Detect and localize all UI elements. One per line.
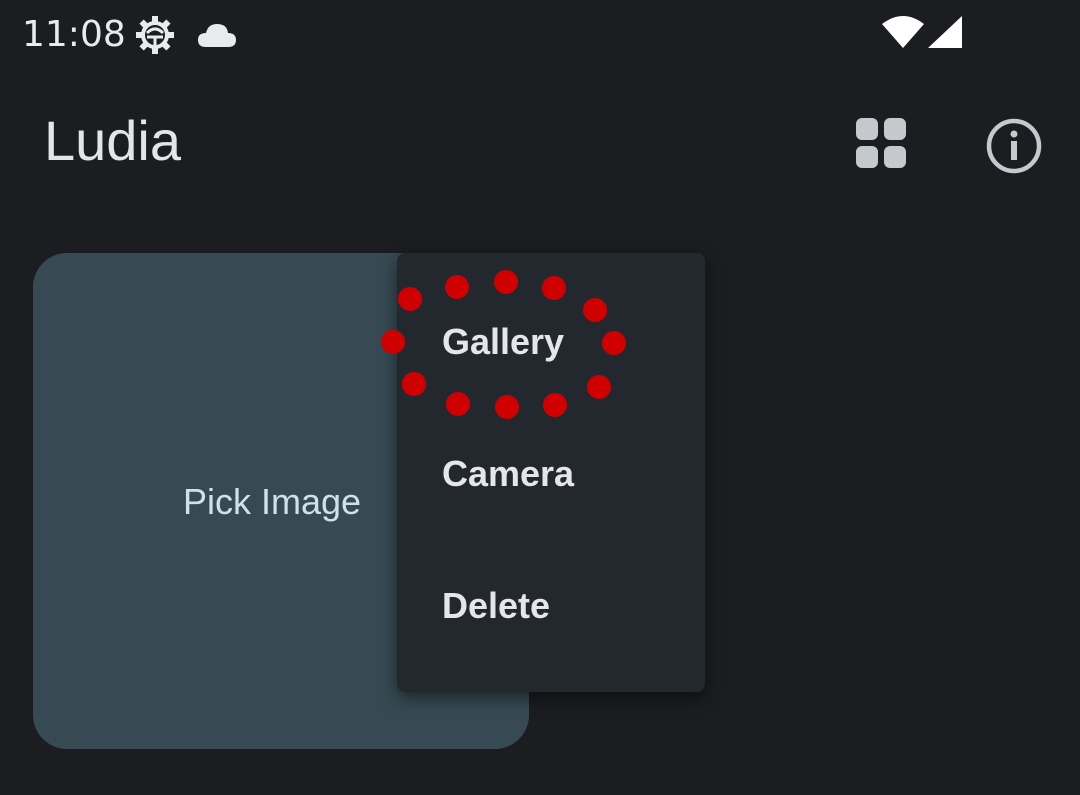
grid-view-icon[interactable] [852, 114, 912, 174]
menu-item-label: Gallery [442, 321, 565, 362]
menu-item-gallery[interactable]: Gallery [397, 276, 705, 408]
app-screen: 11:08 Ludia Pick Image Gallery Camera De… [0, 0, 1080, 795]
app-title: Ludia [44, 109, 182, 172]
menu-item-label: Delete [442, 585, 551, 626]
cloud-icon [198, 24, 236, 47]
menu-item-label: Camera [442, 453, 575, 494]
popup-menu: Gallery Camera Delete [397, 253, 705, 692]
gear-icon [136, 16, 174, 54]
status-time: 11:08 [22, 14, 126, 55]
wifi-icon [882, 16, 924, 48]
menu-item-camera[interactable]: Camera [397, 408, 705, 540]
menu-item-delete[interactable]: Delete [397, 540, 705, 672]
info-icon[interactable] [982, 114, 1046, 178]
pick-image-label: Pick Image [183, 481, 362, 522]
status-bar: 11:08 [0, 0, 1080, 72]
signal-icon [928, 16, 962, 48]
